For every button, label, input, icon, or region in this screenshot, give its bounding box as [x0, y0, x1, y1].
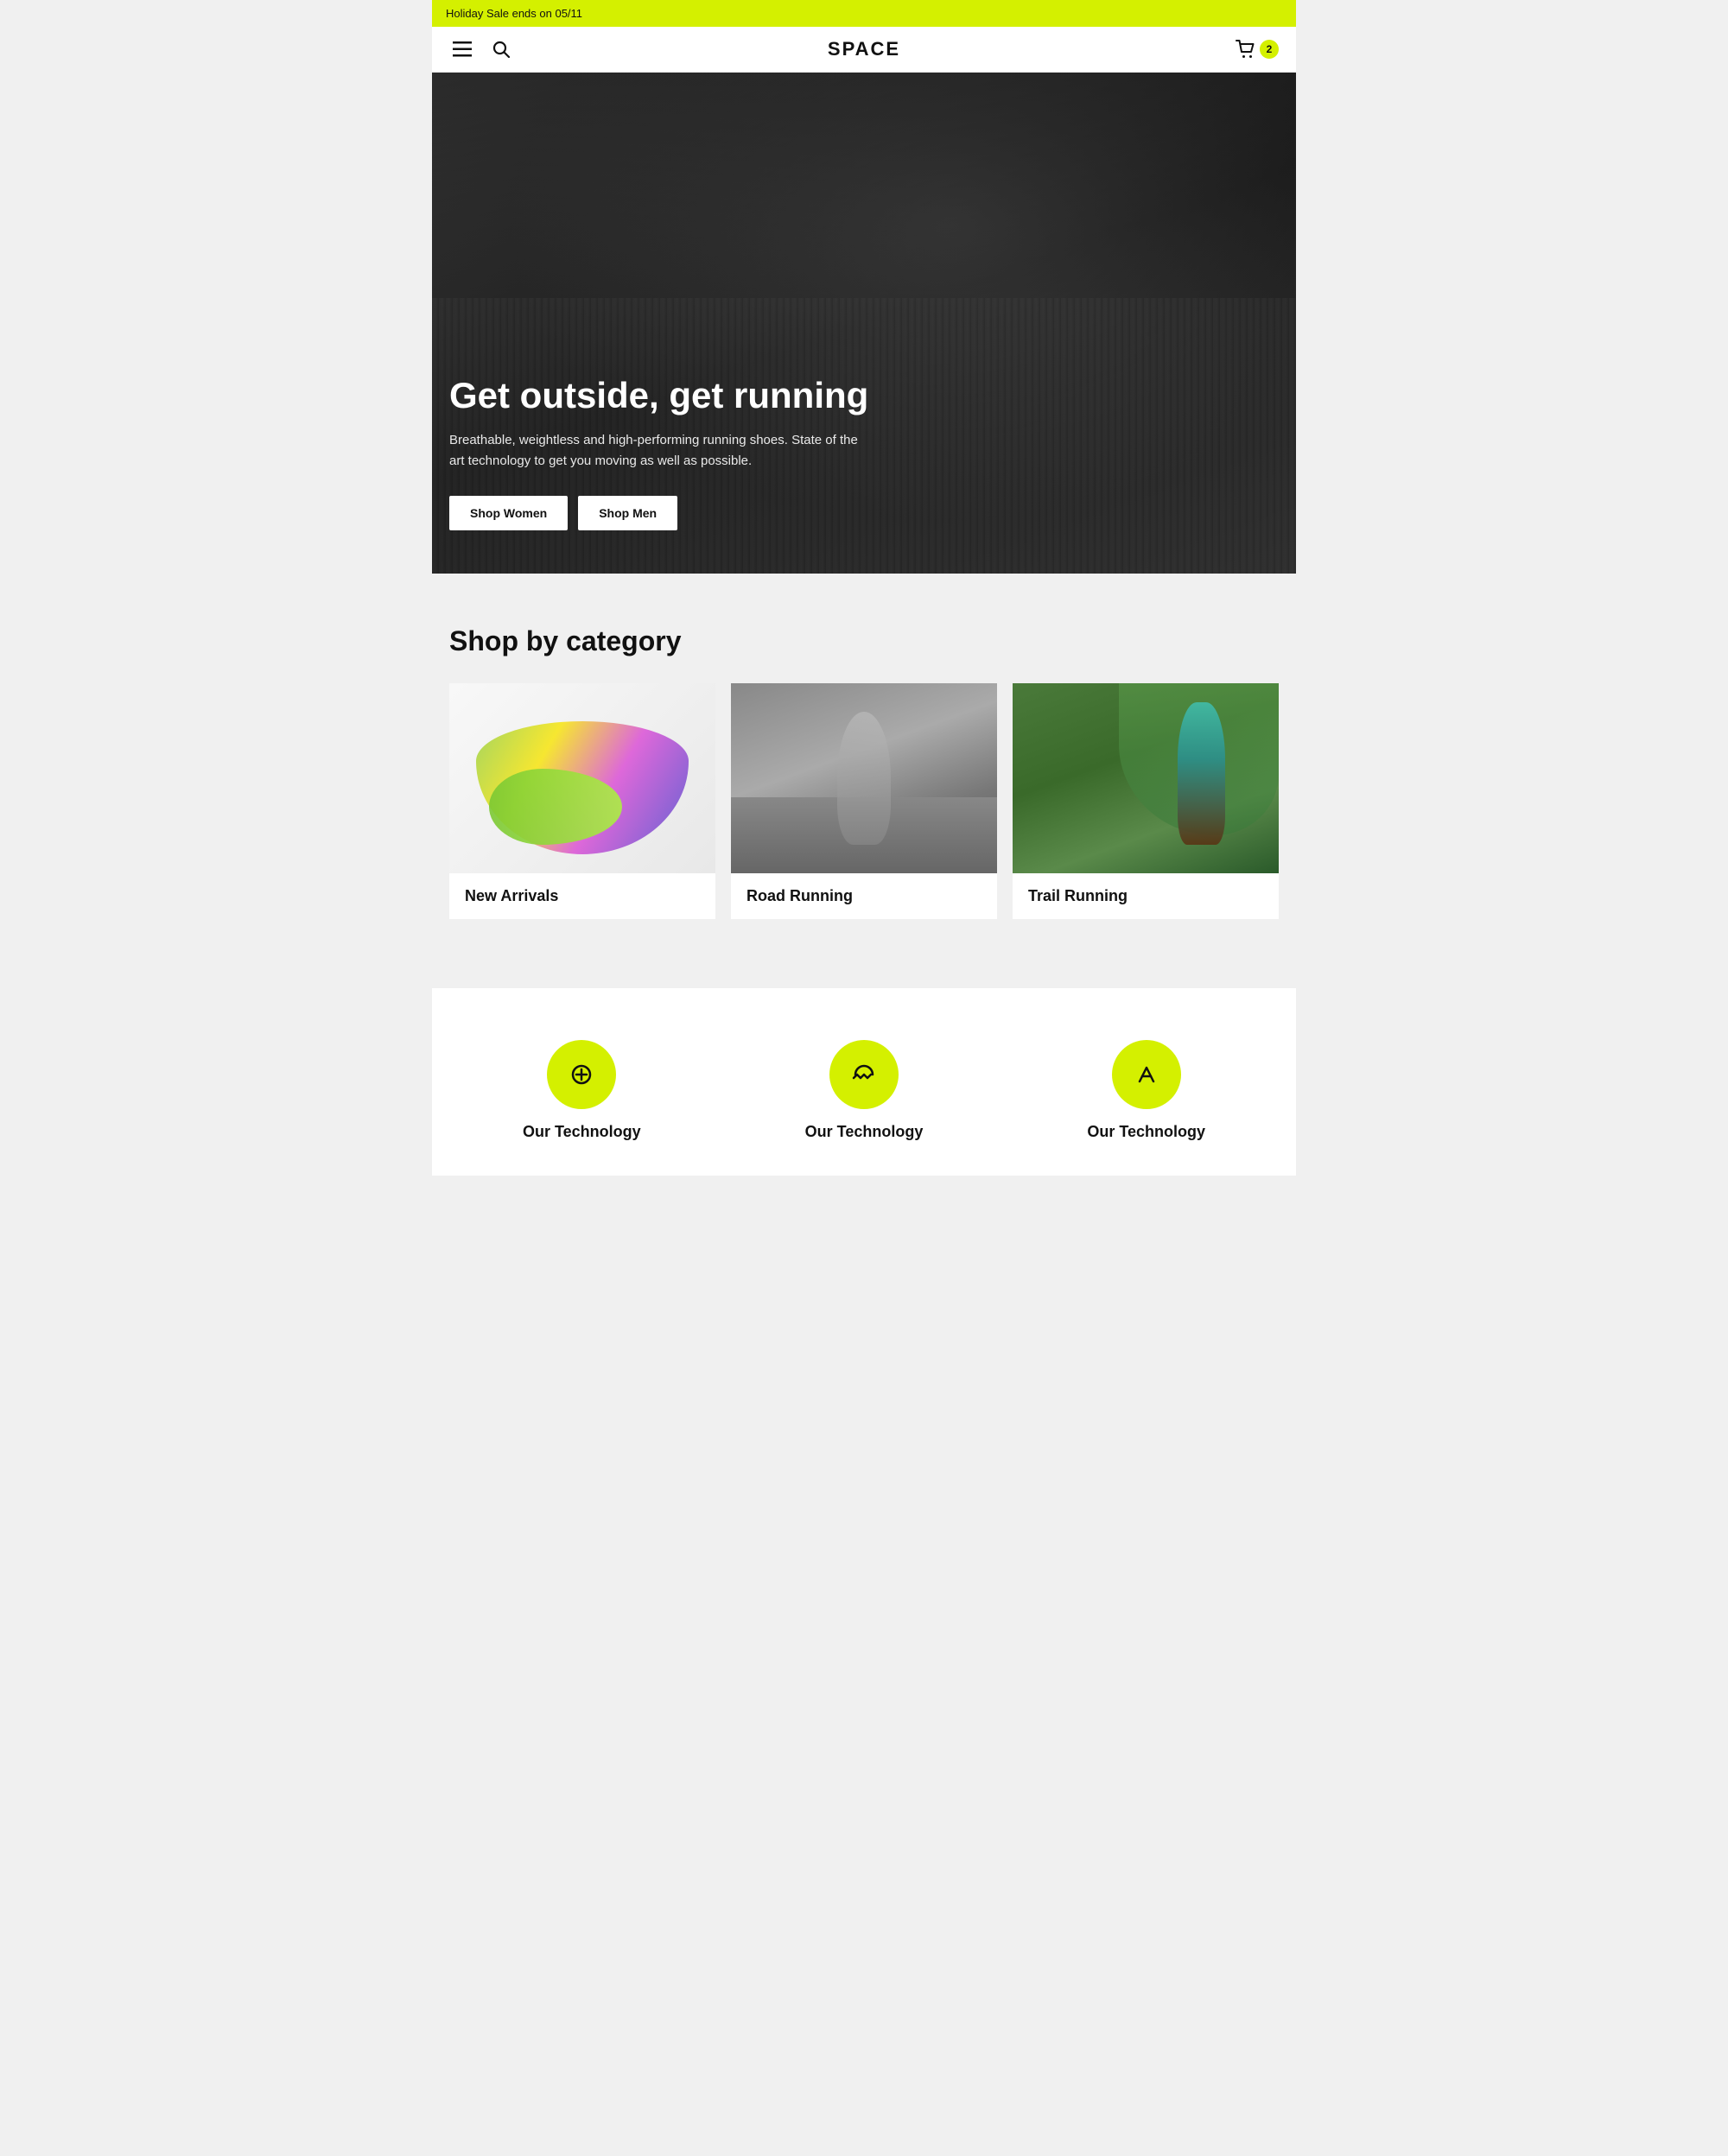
tech-icon-2-graphic: [848, 1059, 880, 1090]
hero-content: Get outside, get running Breathable, wei…: [449, 375, 1279, 530]
category-image-new-arrivals: [449, 683, 715, 873]
hamburger-icon: [453, 41, 472, 57]
tech-icon-3: [1112, 1040, 1181, 1109]
cart-button[interactable]: 2: [1236, 40, 1279, 59]
category-section: Shop by category New Arrivals Road Runni…: [432, 574, 1296, 988]
category-card-trail-running[interactable]: Trail Running: [1013, 683, 1279, 919]
category-card-new-arrivals[interactable]: New Arrivals: [449, 683, 715, 919]
category-card-road-running[interactable]: Road Running: [731, 683, 997, 919]
tech-title-2: Our Technology: [732, 1123, 997, 1141]
category-image-trail-running: [1013, 683, 1279, 873]
category-label-road-running: Road Running: [731, 873, 997, 919]
brand-logo[interactable]: SPACE: [828, 38, 900, 60]
tech-icon-1-graphic: [566, 1059, 597, 1090]
announcement-bar: Holiday Sale ends on 05/11: [432, 0, 1296, 27]
tech-icon-2: [829, 1040, 899, 1109]
category-label-trail-running: Trail Running: [1013, 873, 1279, 919]
tech-item-2: Our Technology: [732, 1040, 997, 1141]
tech-section: Our Technology Our Technology Our Techno…: [432, 988, 1296, 1176]
tech-icon-1: [547, 1040, 616, 1109]
navbar-left: [449, 37, 513, 61]
search-icon: [492, 41, 510, 58]
navbar-right: 2: [1236, 40, 1279, 59]
hero-section: Get outside, get running Breathable, wei…: [432, 73, 1296, 574]
category-image-road-running: [731, 683, 997, 873]
cart-icon: [1236, 40, 1256, 59]
announcement-text: Holiday Sale ends on 05/11: [446, 7, 582, 20]
hero-title: Get outside, get running: [449, 375, 1279, 416]
tech-item-3: Our Technology: [1013, 1040, 1279, 1141]
category-grid: New Arrivals Road Running Trail Running: [449, 683, 1279, 919]
hero-subtitle: Breathable, weightless and high-performi…: [449, 430, 864, 472]
tech-icon-3-graphic: [1131, 1059, 1162, 1090]
search-button[interactable]: [489, 37, 513, 61]
tech-item-1: Our Technology: [449, 1040, 715, 1141]
hero-buttons: Shop Women Shop Men: [449, 496, 1279, 530]
tech-title-1: Our Technology: [449, 1123, 715, 1141]
navbar: SPACE 2: [432, 27, 1296, 73]
menu-button[interactable]: [449, 38, 475, 60]
tech-title-3: Our Technology: [1013, 1123, 1279, 1141]
cart-count: 2: [1260, 40, 1279, 59]
category-section-title: Shop by category: [449, 625, 1279, 657]
category-label-new-arrivals: New Arrivals: [449, 873, 715, 919]
shop-women-button[interactable]: Shop Women: [449, 496, 568, 530]
shop-men-button[interactable]: Shop Men: [578, 496, 677, 530]
